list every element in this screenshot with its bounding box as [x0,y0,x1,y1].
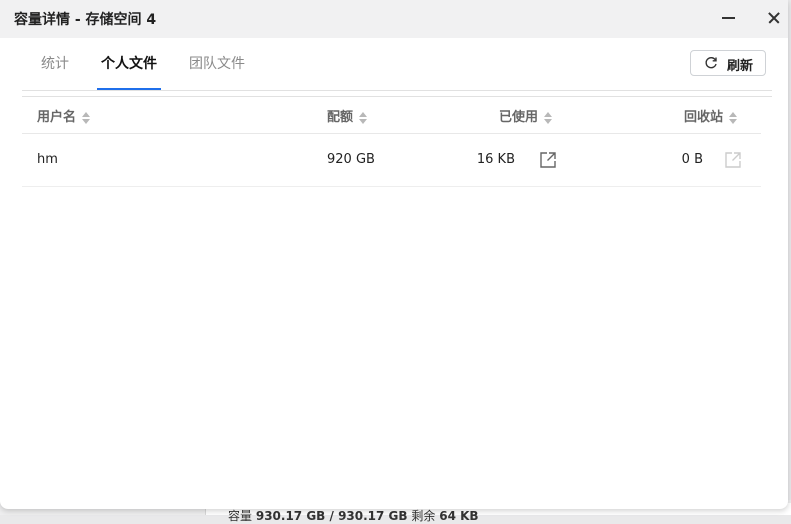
cell-used: 16 KB [476,152,515,167]
column-header-recycle-bin[interactable]: 回收站 [684,106,738,125]
refresh-label: 刷新 [727,59,754,74]
open-external-icon-disabled [725,152,741,168]
refresh-button[interactable]: 刷新 [690,50,766,76]
refresh-icon [705,57,717,69]
cell-username: hm [37,152,58,167]
tab-personal-files[interactable]: 个人文件 [97,46,161,90]
titlebar: 容量详情 - 存储空间 4 [0,0,788,38]
column-header-label: 用户名 [37,110,77,125]
sort-icon [544,111,553,125]
column-header-label: 已使用 [499,110,539,125]
column-header-username[interactable]: 用户名 [37,106,91,125]
header-divider [22,133,761,134]
tab-statistics[interactable]: 统计 [41,46,69,90]
dialog-title: 容量详情 - 存储空间 4 [14,12,157,28]
column-header-used[interactable]: 已使用 [499,106,553,125]
minimize-button[interactable] [716,6,742,30]
sort-icon [359,111,368,125]
sort-icon [82,111,91,125]
background-capacity-text: 容量 930.17 GB / 930.17 GB 剩余 64 KB [228,509,479,523]
column-header-label: 配额 [327,110,354,125]
cell-quota: 920 GB [327,152,375,167]
column-header-quota[interactable]: 配额 [327,106,368,125]
open-external-icon[interactable] [539,151,557,169]
capacity-details-dialog: 容量详情 - 存储空间 4 统计 个人文件 团队文件 刷新 用户名 配额 已使用… [0,0,788,509]
sort-icon [729,111,738,125]
tab-team-files[interactable]: 团队文件 [189,46,245,90]
column-header-label: 回收站 [684,110,724,125]
tab-bar: 统计 个人文件 团队文件 [22,46,322,90]
cell-recycle-bin: 0 B [681,152,703,167]
divider [22,96,772,97]
divider [22,90,772,91]
row-divider [22,186,761,187]
close-button[interactable] [761,6,787,30]
